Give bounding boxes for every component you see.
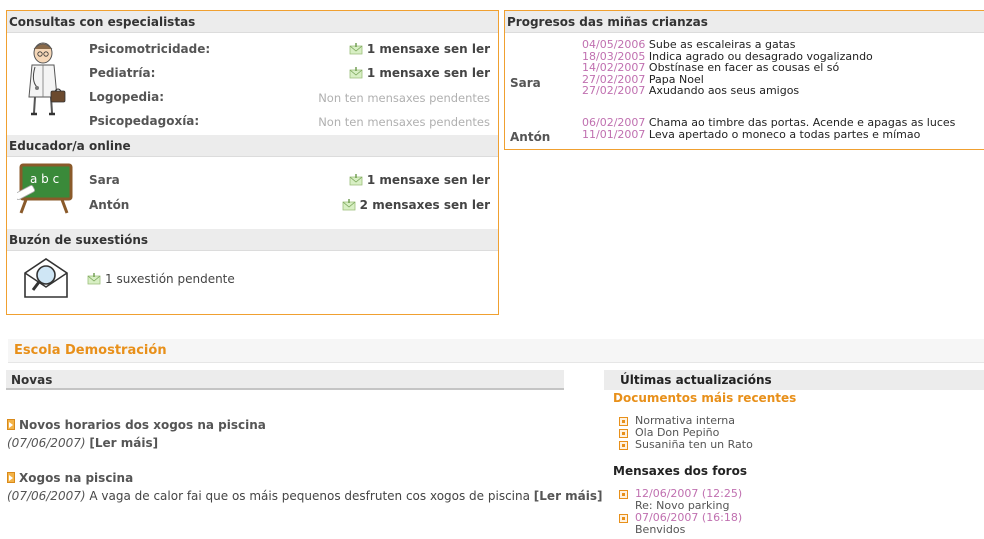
news-title[interactable]: Xogos na piscina [19, 471, 133, 485]
specialist-status-psicomotricidade[interactable]: 1 mensaxe sen ler [349, 42, 490, 56]
specialist-status-pediatria[interactable]: 1 mensaxe sen ler [349, 66, 490, 80]
recent-docs-list: Normativa interna Ola Don Pepiño Susaniñ… [619, 415, 753, 451]
suggestions-status[interactable]: 1 suxestión pendente [87, 272, 235, 286]
doctor-icon [28, 42, 66, 116]
unread-message-icon [349, 43, 363, 55]
chalkboard-icon: a b c [17, 163, 73, 214]
mail-search-icon [24, 258, 68, 298]
progress-text: Leva apertado o moneco a todas partes e … [648, 127, 921, 141]
news-date: (07/06/2007) [7, 489, 86, 503]
progress-panel: Progresos das miñas crianzas Sara 04/05/… [504, 10, 984, 150]
arrow-bullet-icon [7, 472, 15, 483]
educator-status-anton[interactable]: 2 mensaxes sen ler [342, 198, 490, 212]
arrow-bullet-icon [7, 419, 15, 430]
forum-item[interactable]: 12/06/2007 (12:25) Re: Novo parking [619, 488, 742, 512]
forum-subject: Benvidos [635, 523, 686, 536]
specialist-status-logopedia: Non ten mensaxes pendentes [318, 91, 490, 105]
progress-entry[interactable]: 27/02/2007 Axudando aos seus amigos [582, 85, 873, 97]
document-bullet-icon [619, 429, 628, 438]
status-text: 1 mensaxe sen ler [366, 66, 490, 80]
educator-status-sara[interactable]: 1 mensaxe sen ler [349, 173, 490, 187]
specialists-section: Psicomotricidade: 1 mensaxe sen ler Pedi… [7, 33, 498, 135]
child-name-sara[interactable]: Sara [510, 76, 541, 90]
educator-label-sara: Sara [89, 173, 120, 187]
progress-entry[interactable]: 11/01/2007 Leva apertado o moneco a toda… [582, 127, 955, 141]
status-text: 1 mensaxe sen ler [366, 173, 490, 187]
progress-list-sara: 04/05/2006 Sube as escaleiras a gatas 18… [582, 39, 873, 97]
forum-messages-title: Mensaxes dos foros [613, 464, 747, 478]
suggestions-section: 1 suxestión pendente [7, 251, 498, 311]
specialist-label-pediatria: Pediatría: [89, 66, 156, 80]
progress-section: Sara 04/05/2006 Sube as escaleiras a gat… [505, 33, 984, 149]
forum-bullet-icon [619, 514, 628, 523]
progress-header: Progresos das miñas crianzas [505, 11, 984, 33]
progress-date: 11/01/2007 [582, 127, 646, 141]
updates-header: Últimas actualizacións [604, 370, 984, 390]
recent-docs-title: Documentos máis recentes [613, 391, 797, 405]
suggestions-header: Buzón de suxestións [7, 229, 498, 251]
read-more-link[interactable]: [Ler máis] [534, 489, 603, 503]
status-text: 1 suxestión pendente [105, 272, 235, 286]
educator-header: Educador/a online [7, 135, 498, 157]
news-item: Novos horarios dos xogos na piscina (07/… [7, 418, 266, 450]
pending-suggestion-icon [87, 273, 101, 285]
news-header: Novas [6, 370, 564, 390]
specialists-header: Consultas con especialistas [7, 11, 498, 33]
unread-message-icon [349, 67, 363, 79]
chalkboard-text: a b c [30, 172, 59, 186]
specialist-label-psicopedagoxia: Psicopedagoxía: [89, 114, 200, 128]
progress-text: Axudando aos seus amigos [648, 84, 800, 97]
read-more-link[interactable]: [Ler máis] [89, 436, 158, 450]
educator-section: a b c Sara 1 mensaxe sen ler Antón 2 men… [7, 157, 498, 229]
progress-date: 27/02/2007 [582, 84, 646, 97]
specialist-label-logopedia: Logopedia: [89, 90, 165, 104]
unread-message-icon [342, 199, 356, 211]
communications-panel: Consultas con especialistas Psicomotrici… [6, 10, 499, 315]
news-item: Xogos na piscina (07/06/2007) A vaga de … [7, 471, 603, 503]
school-title: Escola Demostración [8, 339, 984, 363]
specialist-status-psicopedagoxia: Non ten mensaxes pendentes [318, 115, 490, 129]
progress-list-anton: 06/02/2007 Chama ao timbre das portas. A… [582, 117, 955, 140]
forum-messages-list: 12/06/2007 (12:25) Re: Novo parking 07/06… [619, 488, 742, 536]
news-title[interactable]: Novos horarios dos xogos na piscina [19, 418, 266, 432]
child-name-anton[interactable]: Antón [510, 130, 550, 144]
specialist-label-psicomotricidade: Psicomotricidade: [89, 42, 211, 56]
doc-item[interactable]: Susaniña ten un Rato [619, 439, 753, 451]
status-text: 1 mensaxe sen ler [366, 42, 490, 56]
news-body: A vaga de calor fai que os máis pequenos… [89, 489, 530, 503]
unread-message-icon [349, 174, 363, 186]
document-bullet-icon [619, 441, 628, 450]
document-bullet-icon [619, 417, 628, 426]
news-date: (07/06/2007) [7, 436, 86, 450]
doc-title: Susaniña ten un Rato [635, 438, 753, 451]
forum-bullet-icon [619, 490, 628, 499]
educator-label-anton: Antón [89, 198, 130, 212]
forum-item[interactable]: 07/06/2007 (16:18) Benvidos [619, 512, 742, 536]
status-text: 2 mensaxes sen ler [359, 198, 490, 212]
